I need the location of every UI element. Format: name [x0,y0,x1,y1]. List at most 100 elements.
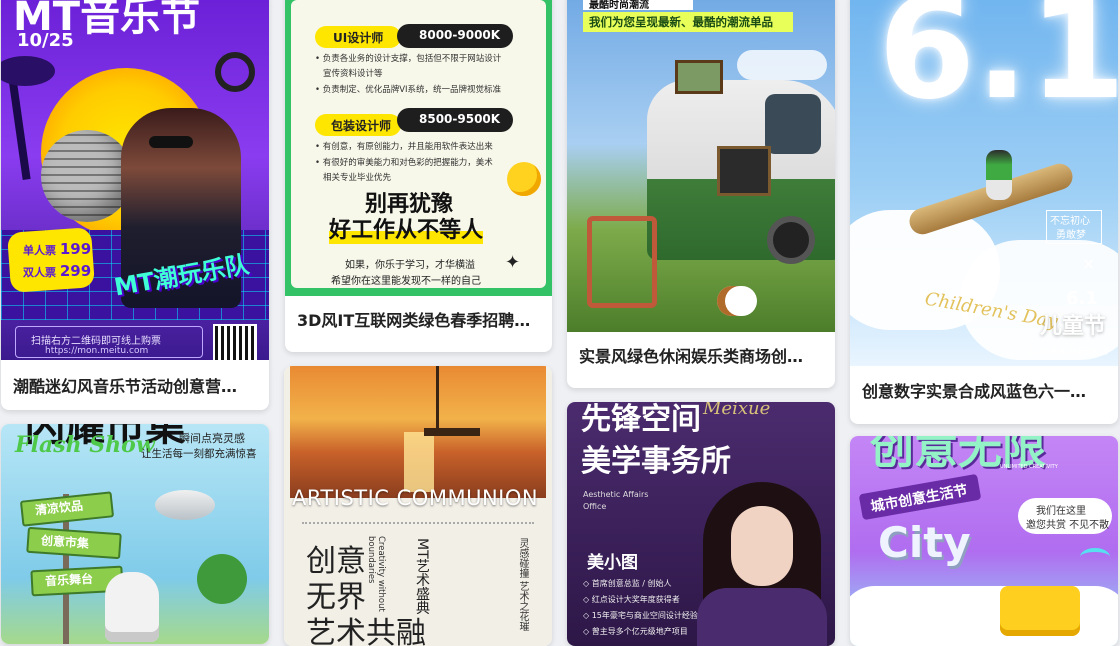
bullet-4: ◇ 曾主导多个亿元级地产项目 [583,627,688,636]
squiggle [1080,548,1110,566]
card-title[interactable]: 实景风绿色休闲娱乐类商场创… [567,332,835,378]
poster-headline: 创意无限 [870,436,1046,474]
scan-instruction: 扫描右方二维码即可线上购票 [31,336,161,347]
template-card-city-creative[interactable]: 创意无限 UNLIMITED CREATIVITY 城市创意生活节 我们在这里 … [850,436,1118,646]
template-card-art-communion[interactable]: ARTISTIC COMMUNION 创意 无界 艺术共融 Creativity… [284,366,552,646]
disco-ball [41,130,133,222]
portrait-suit [697,588,827,646]
single-ticket-price: 199 [59,240,92,258]
sunglasses [149,136,193,148]
childrens-day-poster[interactable]: 6.1 不忘初心 勇敢梦 × Children's Day 6.1 儿童节 回到… [850,0,1118,366]
astronaut [105,572,159,642]
qr-code [213,324,257,360]
city-text: City [878,518,971,567]
subtitle-text: 我们为您呈现最新、最酷的潮流单品 [589,15,773,29]
art-communion-poster[interactable]: ARTISTIC COMMUNION 创意 无界 艺术共融 Creativity… [284,366,552,646]
job2-duty-2: • 有很好的审美能力和对色彩的把握能力，美术 [315,158,493,168]
bullet-2: ◇ 红点设计大奖年度获得者 [583,595,680,604]
tag-line-1: 不忘初心 [1050,216,1090,227]
sun-reflection [404,432,434,492]
bullet-1: ◇ 首席创意总监 / 创始人 [583,579,672,588]
park-poster[interactable]: 最酷时尚潮流 我们为您呈现最新、最酷的潮流单品 [567,0,835,332]
script-text: Meixue [703,402,771,419]
palm-tree-left [7,69,31,181]
vertical-en: Creativity without boundaries [368,536,386,612]
english-line-2: Office [583,502,607,511]
template-card-music-festival[interactable]: MT音乐节 10/25 单人票 199 双人票 299 MT潮玩乐队 扫描右方二… [1,0,269,410]
english-line-1: Aesthetic Affairs [583,490,649,499]
day-subtitle: 回到童年自由放飞 [1028,346,1108,357]
price-burst [7,227,95,293]
day-label: 6.1 [1066,288,1098,309]
footer-line-1: 如果，你乐于学习，才华横溢 [345,260,475,271]
salary-package: 8500-9500K [419,112,501,126]
footer-line-2: 希望你在这里能发现不一样的自己 [331,276,481,287]
line-2: 让生活每一刻都充满惊喜 [141,448,257,460]
rocking-chair [587,216,657,308]
salary-ui: 8000-9000K [419,28,501,42]
script-title: Flash Show [15,432,155,458]
job2-duty-1: • 有创意，有原创能力，并且能用软件表达出来 [315,142,493,152]
job-title-ui: UI设计师 [333,31,384,45]
bullet-3: ◇ 15年豪宅与商业空间设计经验 [583,611,698,620]
recruitment-poster[interactable]: UI设计师 8000-9000K • 负责各业务的设计支撑，包括但不限于网站设计… [285,0,552,296]
close-icon[interactable]: × [1082,254,1095,273]
job1-duty-2: • 负责制定、优化品牌VI系统，统一品牌视觉标准 [315,85,502,95]
person-name: 美小图 [587,553,638,573]
line-1: 瞬间点亮灵感 [179,432,245,445]
blimp [155,490,215,520]
template-card-flash-show[interactable]: 闪耀市集 Flash Show 瞬间点亮灵感 让生活每一刻都充满惊喜 清凉饮品 … [1,424,269,644]
wheel [767,216,815,264]
banner-text: ARTISTIC COMMUNION [292,486,539,510]
smiley-emoji-icon [507,162,541,196]
city-creative-poster[interactable]: 创意无限 UNLIMITED CREATIVITY 城市创意生活节 我们在这里 … [850,436,1118,646]
top-tag-text: 最酷时尚潮流 [589,0,649,11]
subtitle-bold: 最新、最酷的潮流单品 [658,15,773,29]
double-ticket-label: 双人票 299 [23,262,92,280]
dotted-divider [302,522,534,524]
aesthetic-office-poster[interactable]: 先锋空间 美学事务所 Meixue Aesthetic Affairs Offi… [567,402,835,646]
tree [197,554,247,604]
job2-duty-2b: 相关专业毕业优先 [323,173,392,183]
vertical-right: 灵感碰撞 艺术之花璀璨 [517,538,528,632]
single-ticket-label: 单人票 199 [23,240,92,258]
day-title: 儿童节 [1040,314,1107,339]
wooden-sign [675,60,723,94]
template-card-childrens-day[interactable]: 6.1 不忘初心 勇敢梦 × Children's Day 6.1 儿童节 回到… [850,0,1118,424]
job-title-package: 包装设计师 [331,119,392,133]
headline-line-1: 先锋空间 [581,402,701,437]
vertical-cn: MT艺术盛典 [414,538,430,615]
headline-line-2: 美学事务所 [581,444,731,479]
cloud [737,50,827,80]
dog [717,286,757,316]
palm-leaves-left [1,56,55,86]
sailboat [436,366,439,434]
card-title[interactable]: 3D风IT互联网类绿色春季招聘… [285,296,552,342]
sign-3-text: 音乐舞台 [44,571,94,589]
music-festival-poster[interactable]: MT音乐节 10/25 单人票 199 双人票 299 MT潮玩乐队 扫描右方二… [1,0,269,360]
bubble-line-2: 邀您共赏 不见不散 [1026,520,1110,531]
sign-2-text: 创意市集 [40,533,90,551]
ticket-url: https://mon.meitu.com [45,346,149,356]
poster-date: 10/25 [17,30,74,51]
menu-board [717,146,771,196]
template-card-recruitment[interactable]: UI设计师 8000-9000K • 负责各业务的设计支撑，包括但不限于网站设计… [285,0,552,352]
template-card-park[interactable]: 最酷时尚潮流 我们为您呈现最新、最酷的潮流单品 实景风绿色休闲娱乐类商场创… [567,0,835,388]
card-title[interactable]: 潮酷迷幻风音乐节活动创意营… [1,360,269,410]
sailboat-hull [424,428,480,436]
card-title[interactable]: 创意数字实景合成风蓝色六一… [850,366,1118,414]
slogan-line-2: 好工作从不等人 [329,212,484,244]
flash-show-poster[interactable]: 闪耀市集 Flash Show 瞬间点亮灵感 让生活每一刻都充满惊喜 清凉饮品 … [1,424,269,644]
job1-duty-1: • 负责各业务的设计支撑，包括但不限于网站设计 [315,54,502,64]
sparkle-icon: ✦ [505,252,521,273]
bubble-line-1: 我们在这里 [1036,506,1086,517]
title-line-3: 艺术共融 [306,616,426,646]
trailer-window [765,94,821,154]
template-card-aesthetic-office[interactable]: 先锋空间 美学事务所 Meixue Aesthetic Affairs Offi… [567,402,835,646]
tag-line-2: 勇敢梦 [1056,230,1086,241]
unlimited-label: UNLIMITED CREATIVITY [1000,464,1058,470]
big-cloud-number: 6.1 [878,0,1118,131]
child-figure [986,150,1012,200]
job1-duty-1b: 宣传资料设计等 [323,69,383,79]
double-ticket-price: 299 [59,262,92,280]
